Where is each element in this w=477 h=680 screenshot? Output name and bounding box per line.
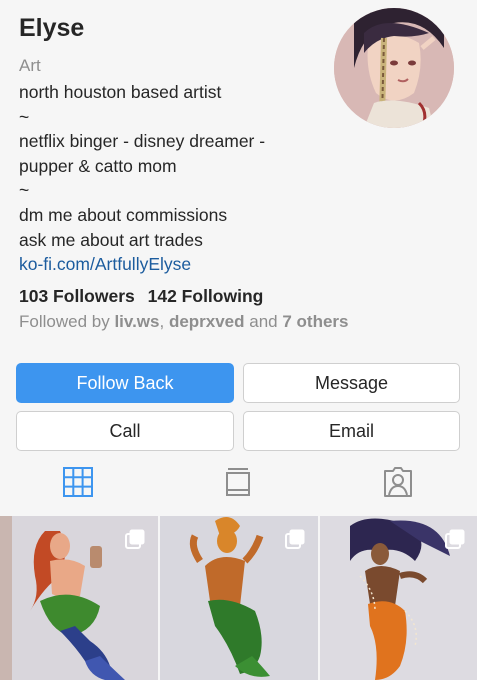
followed-by[interactable]: Followed by liv.ws, deprxved and 7 other…	[19, 312, 348, 332]
avatar[interactable]	[334, 8, 454, 128]
tagged-icon	[384, 467, 412, 497]
grid-icon	[63, 467, 93, 497]
bio-line: north houston based artist	[19, 82, 222, 102]
bio-line: ask me about art trades	[19, 229, 203, 250]
post-thumbnail[interactable]	[0, 516, 158, 680]
profile-tabs	[0, 462, 477, 510]
followers-count[interactable]: 103 Followers	[19, 286, 135, 306]
email-button[interactable]: Email	[243, 411, 460, 451]
avatar-illustration	[334, 8, 454, 128]
multiple-photos-icon	[285, 529, 305, 549]
message-button[interactable]: Message	[243, 363, 460, 403]
bio-line: ~	[19, 106, 30, 127]
followed-by-others: 7 others	[282, 312, 349, 331]
followed-by-prefix: Followed by	[19, 312, 115, 331]
profile-header: Elyse Art north houston based artist ~ n…	[0, 0, 477, 350]
profile-category: Art	[19, 56, 41, 75]
profile-bio: north houston based artist ~ netflix bin…	[19, 80, 319, 277]
profile-name: Elyse	[19, 14, 85, 42]
follow-back-button[interactable]: Follow Back	[16, 363, 234, 403]
follow-counts: 103 Followers 142 Following	[19, 286, 263, 307]
igtv-icon	[226, 468, 250, 496]
post-thumbnail[interactable]	[160, 516, 318, 680]
bio-line: dm me about commissions	[19, 204, 228, 225]
call-button[interactable]: Call	[16, 411, 234, 451]
followed-by-and: and	[244, 312, 283, 331]
tab-tagged[interactable]	[378, 462, 418, 502]
follower-name: deprxved	[168, 312, 245, 331]
follower-name: liv.ws	[114, 312, 160, 331]
posts-grid	[0, 516, 477, 680]
multiple-photos-icon	[445, 529, 465, 549]
bio-link[interactable]: ko-fi.com/ArtfullyElyse	[19, 252, 319, 277]
multiple-photos-icon	[125, 529, 145, 549]
tab-posts-grid[interactable]	[58, 462, 98, 502]
following-count[interactable]: 142 Following	[148, 286, 264, 306]
post-thumbnail[interactable]	[320, 516, 477, 680]
tab-igtv[interactable]	[218, 462, 258, 502]
followed-by-separator: ,	[159, 312, 169, 331]
bio-line: pupper & catto mom	[19, 155, 177, 176]
bio-line: netflix binger - disney dreamer -	[19, 131, 266, 152]
bio-line: ~	[19, 180, 30, 201]
